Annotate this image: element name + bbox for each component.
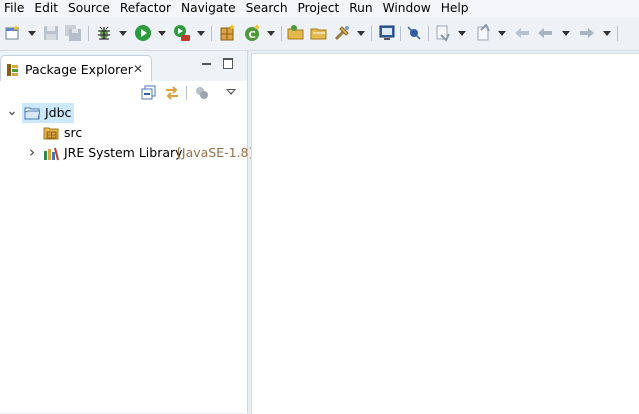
view-toolbar bbox=[0, 81, 247, 105]
debug-dropdown-arrow[interactable] bbox=[119, 31, 127, 36]
svg-text:C: C bbox=[248, 30, 255, 41]
close-icon[interactable]: ✕ bbox=[133, 62, 143, 76]
skip-breakpoints-icon[interactable] bbox=[405, 24, 423, 42]
new-dropdown-arrow[interactable] bbox=[28, 31, 36, 36]
view-menu-icon[interactable] bbox=[226, 89, 236, 95]
new-java-package-icon[interactable] bbox=[218, 24, 236, 42]
save-all-icon[interactable] bbox=[64, 24, 82, 42]
toolbar-separator bbox=[211, 26, 212, 41]
tab-package-explorer[interactable]: Package Explorer ✕ bbox=[0, 55, 152, 82]
toolbar-separator bbox=[617, 26, 618, 41]
open-task-icon[interactable] bbox=[310, 24, 328, 42]
menu-refactor[interactable]: Refactor bbox=[115, 0, 176, 17]
next-annotation-icon[interactable] bbox=[434, 24, 452, 42]
collapse-arrow-icon[interactable]: › bbox=[26, 143, 38, 163]
new-icon[interactable] bbox=[4, 24, 22, 42]
console-icon[interactable] bbox=[378, 24, 396, 42]
menu-project[interactable]: Project bbox=[293, 0, 345, 17]
run-icon[interactable] bbox=[134, 24, 152, 42]
maximize-icon[interactable] bbox=[223, 58, 233, 69]
back-dropdown-arrow[interactable] bbox=[562, 31, 570, 36]
toolbar-separator bbox=[88, 26, 89, 41]
new-java-class-dropdown-arrow[interactable] bbox=[267, 31, 275, 36]
new-java-class-icon[interactable]: C bbox=[243, 24, 261, 42]
previous-annotation-dropdown-arrow[interactable] bbox=[498, 31, 506, 36]
minimize-icon[interactable] bbox=[202, 63, 211, 65]
forward-icon[interactable] bbox=[578, 24, 596, 42]
package-explorer-icon bbox=[7, 64, 18, 76]
forward-dropdown-arrow[interactable] bbox=[603, 31, 611, 36]
focus-on-working-set-icon[interactable] bbox=[194, 85, 210, 101]
tab-title: Package Explorer bbox=[25, 62, 133, 77]
package-explorer-view: Package Explorer ✕ ⌄ Jdbc src › JRE Syst… bbox=[0, 51, 253, 413]
editor-area[interactable] bbox=[251, 53, 639, 414]
expand-arrow-icon[interactable]: ⌄ bbox=[6, 103, 18, 123]
tree-item-jre-library[interactable]: › JRE System Library [JavaSE-1.8] bbox=[0, 143, 253, 163]
menu-edit[interactable]: Edit bbox=[29, 0, 63, 17]
view-toolbar-separator bbox=[186, 86, 187, 100]
menu-window[interactable]: Window bbox=[378, 0, 436, 17]
debug-icon[interactable] bbox=[95, 24, 113, 42]
toolbar-separator bbox=[400, 26, 401, 41]
tree-item-project[interactable]: ⌄ Jdbc bbox=[0, 103, 247, 123]
toolbar-separator bbox=[371, 26, 372, 41]
library-icon bbox=[44, 147, 59, 161]
link-with-editor-icon[interactable] bbox=[164, 85, 180, 101]
toolbar-separator bbox=[428, 26, 429, 41]
collapse-all-icon[interactable] bbox=[141, 85, 157, 101]
view-tab-strip: Package Explorer ✕ bbox=[0, 51, 247, 82]
menu-help[interactable]: Help bbox=[436, 0, 474, 17]
previous-annotation-icon[interactable] bbox=[474, 24, 492, 42]
last-edit-location-icon[interactable] bbox=[513, 24, 531, 42]
search-dropdown-arrow[interactable] bbox=[357, 31, 365, 36]
open-type-icon[interactable] bbox=[287, 24, 305, 42]
external-tools-dropdown-arrow[interactable] bbox=[197, 31, 205, 36]
save-icon[interactable] bbox=[42, 24, 60, 42]
tree-item-src[interactable]: src bbox=[0, 123, 247, 143]
external-tools-icon[interactable] bbox=[173, 24, 191, 42]
main-toolbar: C bbox=[0, 17, 639, 51]
toolbar-separator bbox=[281, 26, 282, 41]
menu-bar: File Edit Source Refactor Navigate Searc… bbox=[0, 0, 639, 17]
run-dropdown-arrow[interactable] bbox=[158, 31, 166, 36]
project-folder-icon bbox=[24, 107, 40, 120]
menu-source[interactable]: Source bbox=[63, 0, 115, 17]
menu-run[interactable]: Run bbox=[344, 0, 377, 17]
menu-navigate[interactable]: Navigate bbox=[176, 0, 241, 17]
jre-library-label: JRE System Library bbox=[64, 145, 183, 160]
jre-version-decoration: [JavaSE-1.8] bbox=[177, 145, 254, 160]
src-label: src bbox=[64, 125, 83, 140]
project-label: Jdbc bbox=[45, 105, 72, 120]
next-annotation-dropdown-arrow[interactable] bbox=[458, 31, 466, 36]
search-icon[interactable] bbox=[333, 24, 351, 42]
menu-file[interactable]: File bbox=[0, 0, 29, 17]
back-icon[interactable] bbox=[536, 24, 554, 42]
source-folder-icon bbox=[43, 127, 59, 140]
menu-search[interactable]: Search bbox=[241, 0, 293, 17]
